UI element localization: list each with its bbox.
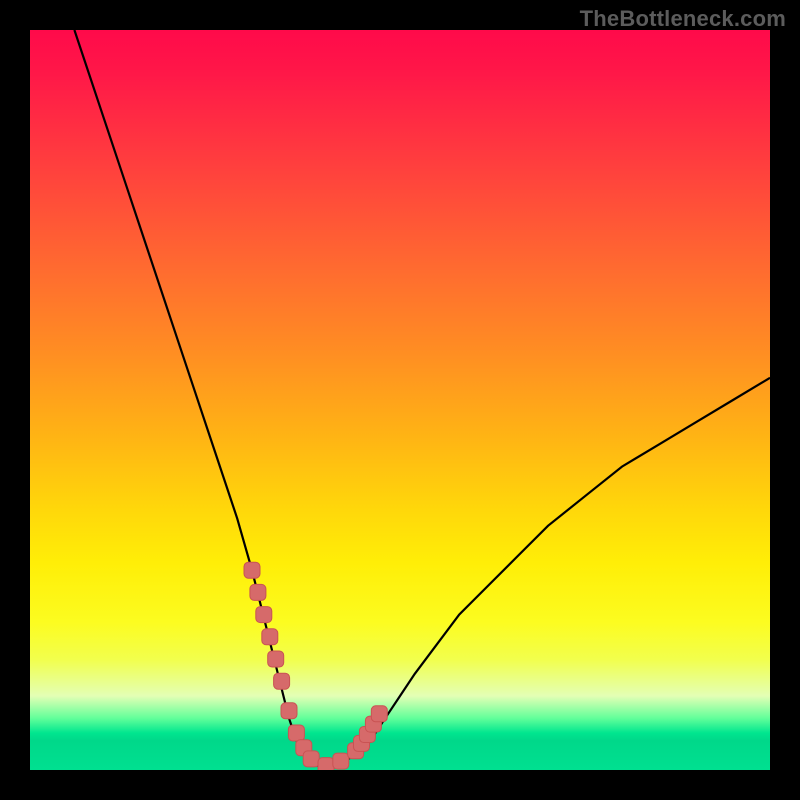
highlight-marker bbox=[250, 584, 266, 600]
highlight-markers bbox=[244, 562, 387, 770]
highlight-marker bbox=[288, 725, 304, 741]
highlight-marker bbox=[274, 673, 290, 689]
highlight-marker bbox=[333, 753, 349, 769]
watermark-text: TheBottleneck.com bbox=[580, 6, 786, 32]
highlight-marker bbox=[256, 607, 272, 623]
curve-overlay bbox=[30, 30, 770, 770]
highlight-marker bbox=[281, 703, 297, 719]
bottleneck-curve bbox=[74, 30, 770, 766]
plot-area bbox=[30, 30, 770, 770]
highlight-marker bbox=[268, 651, 284, 667]
highlight-marker bbox=[303, 751, 319, 767]
highlight-marker bbox=[244, 562, 260, 578]
highlight-marker bbox=[318, 758, 334, 770]
chart-stage: TheBottleneck.com bbox=[0, 0, 800, 800]
highlight-marker bbox=[262, 629, 278, 645]
highlight-marker bbox=[371, 706, 387, 722]
